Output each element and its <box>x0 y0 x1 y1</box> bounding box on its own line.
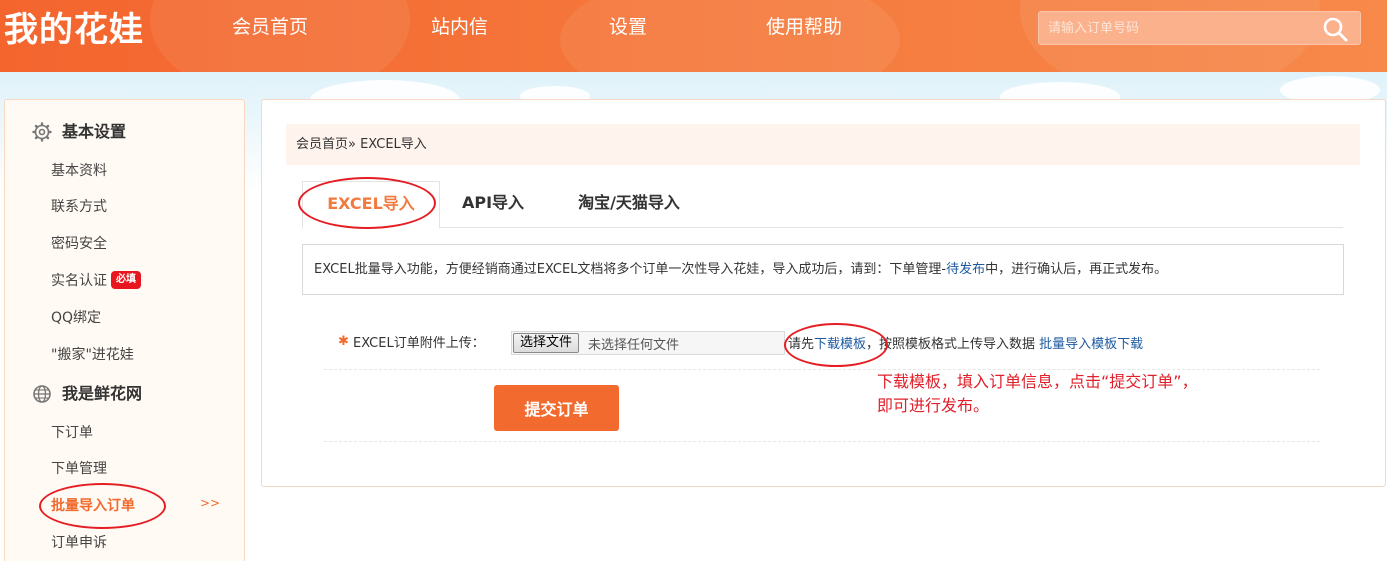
no-file-text: 未选择任何文件 <box>588 338 680 353</box>
tab-excel-import[interactable]: EXCEL导入 <box>302 181 440 229</box>
submit-order-button[interactable]: 提交订单 <box>494 385 619 431</box>
sidebar-item-move-in[interactable]: "搬家"进花娃 <box>51 344 134 366</box>
upload-hint: 请先下载模板，按照模板格式上传导入数据 批量导入模板下载 <box>788 333 1143 352</box>
annotation-note: 下载模板，填入订单信息，点击“提交订单”， 即可进行发布。 <box>877 370 1198 418</box>
sidebar: 基本设置 基本资料 联系方式 密码安全 实名认证 必填 QQ绑定 "搬家"进花娃 … <box>4 99 245 561</box>
sidebar-item-place-order[interactable]: 下订单 <box>51 422 93 444</box>
tab-taobao-import[interactable]: 淘宝/天猫导入 <box>546 181 712 228</box>
sidebar-item-contact[interactable]: 联系方式 <box>51 196 107 218</box>
pending-publish-link[interactable]: 待发布 <box>946 262 985 277</box>
sidebar-item-password-security[interactable]: 密码安全 <box>51 233 107 255</box>
sidebar-item-order-appeal[interactable]: 订单申诉 <box>51 532 107 554</box>
info-text: EXCEL批量导入功能，方便经销商通过EXCEL文档将多个订单一次性导入花娃，导… <box>314 262 947 277</box>
breadcrumb: 会员首页» EXCEL导入 <box>286 124 1360 165</box>
sidebar-section-title: 基本设置 <box>62 122 127 141</box>
nav-member-home[interactable]: 会员首页 <box>232 12 308 42</box>
sidebar-section-title: 我是鲜花网 <box>62 384 143 403</box>
required-badge: 必填 <box>111 271 141 289</box>
nav-help[interactable]: 使用帮助 <box>766 12 842 42</box>
info-text-end: 中，进行确认后，再正式发布。 <box>985 262 1168 277</box>
nav-settings[interactable]: 设置 <box>609 12 647 42</box>
file-input[interactable]: 选择文件 未选择任何文件 <box>511 331 785 355</box>
nav-messages[interactable]: 站内信 <box>431 12 488 42</box>
tab-api-import[interactable]: API导入 <box>440 181 546 228</box>
hint-middle: ，按照模板格式上传导入数据 <box>866 337 1040 352</box>
hint-prefix: 请先 <box>788 337 815 352</box>
main-panel: 会员首页» EXCEL导入 EXCEL导入 API导入 淘宝/天猫导入 EXCE… <box>261 99 1386 487</box>
required-star: ✱ <box>338 334 349 349</box>
sidebar-item-basic-info[interactable]: 基本资料 <box>51 160 107 182</box>
sidebar-item-order-management[interactable]: 下单管理 <box>51 458 107 480</box>
choose-file-button[interactable]: 选择文件 <box>513 333 580 353</box>
gear-icon <box>32 122 52 142</box>
sidebar-item-batch-import[interactable]: 批量导入订单 <box>51 495 135 517</box>
annotation-line: 即可进行发布。 <box>877 396 990 415</box>
download-template-link[interactable]: 下载模板 <box>814 337 866 352</box>
import-tabs: EXCEL导入 API导入 淘宝/天猫导入 <box>302 181 1343 229</box>
globe-icon <box>32 384 52 404</box>
site-logo[interactable]: 我的花娃 <box>4 6 144 54</box>
sidebar-item-real-name[interactable]: 实名认证 必填 <box>51 270 141 292</box>
annotation-line: 下载模板，填入订单信息，点击“提交订单”， <box>877 372 1198 391</box>
upload-row: ✱ EXCEL订单附件上传： 选择文件 未选择任何文件 请先下载模板，按照模板格… <box>324 318 1320 370</box>
top-header: 我的花娃 会员首页 站内信 设置 使用帮助 <box>0 0 1387 72</box>
import-info-box: EXCEL批量导入功能，方便经销商通过EXCEL文档将多个订单一次性导入花娃，导… <box>302 244 1344 295</box>
active-arrow-indicator: >> <box>200 496 221 510</box>
order-search <box>1038 11 1361 45</box>
sidebar-item-label: 实名认证 <box>51 273 107 289</box>
sidebar-item-qq-bind[interactable]: QQ绑定 <box>51 307 101 329</box>
search-icon[interactable] <box>1322 16 1348 42</box>
batch-template-download-link[interactable]: 批量导入模板下载 <box>1039 337 1143 352</box>
order-search-input[interactable] <box>1039 12 1319 44</box>
upload-label: EXCEL订单附件上传： <box>353 336 485 351</box>
